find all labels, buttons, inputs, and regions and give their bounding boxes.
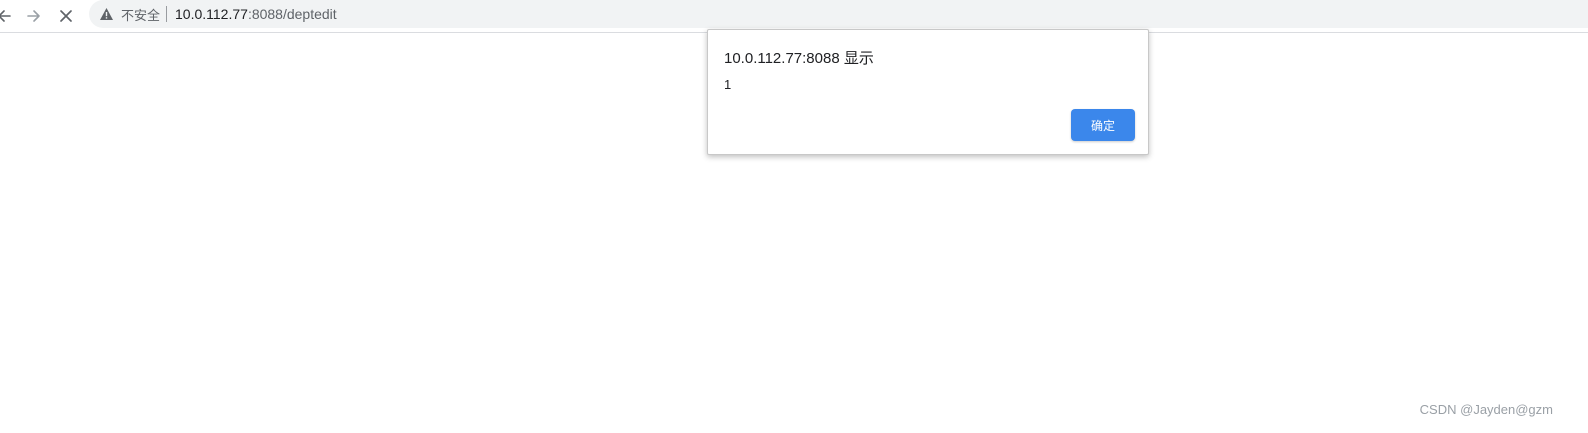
back-arrow-icon [0, 8, 12, 24]
ok-button[interactable]: 确定 [1071, 109, 1135, 141]
url-text[interactable]: 10.0.112.77:8088/deptedit [175, 6, 337, 22]
forward-button[interactable] [22, 4, 46, 28]
dialog-message: 1 [724, 77, 732, 92]
forward-arrow-icon [26, 8, 42, 24]
dialog-title: 10.0.112.77:8088 显示 [724, 50, 874, 67]
alert-dialog: 10.0.112.77:8088 显示 1 确定 [707, 29, 1149, 155]
address-bar[interactable]: 不安全 10.0.112.77:8088/deptedit [89, 0, 1588, 28]
back-button[interactable] [0, 4, 16, 28]
watermark: CSDN @Jayden@gzm [1419, 402, 1553, 417]
close-icon [58, 8, 74, 24]
url-path: :8088/deptedit [247, 6, 337, 22]
url-host: 10.0.112.77 [175, 6, 248, 22]
security-status-label[interactable]: 不安全 [121, 5, 160, 24]
address-separator [166, 6, 168, 22]
stop-button[interactable] [54, 4, 78, 28]
warning-triangle-icon[interactable] [98, 6, 114, 22]
